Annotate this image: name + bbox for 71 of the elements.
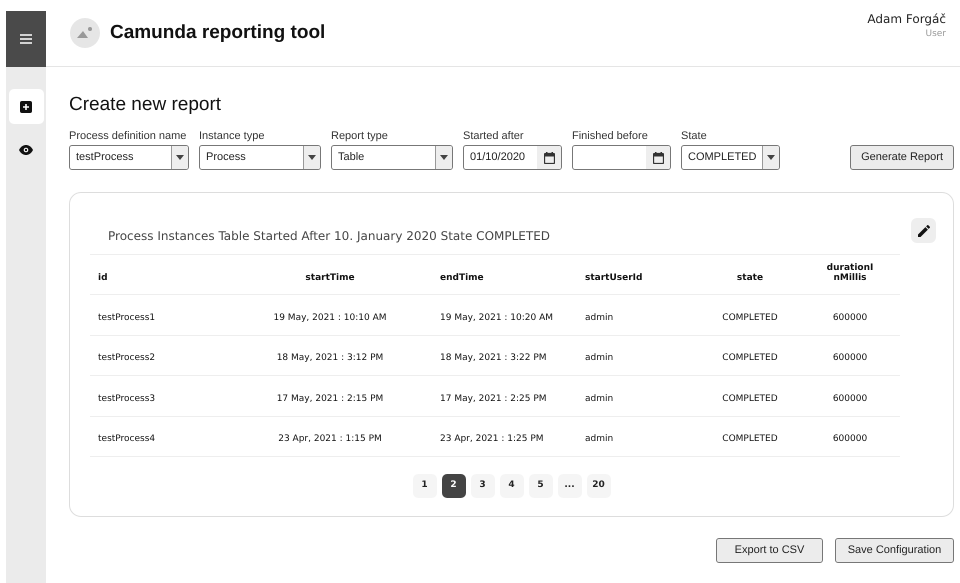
column-header: durationI nMillis xyxy=(826,262,874,282)
date-field[interactable] xyxy=(572,145,671,170)
table-cell: 600000 xyxy=(832,353,868,364)
calendar-icon xyxy=(544,152,554,164)
field-label: Started after xyxy=(463,129,525,143)
page-button[interactable]: 20 xyxy=(586,474,610,498)
column-header: endTime xyxy=(440,272,484,282)
select-field[interactable]: testProcess xyxy=(69,145,189,170)
generate-report-button[interactable]: Generate Report xyxy=(850,145,954,170)
page-button[interactable]: 2 xyxy=(442,474,466,498)
field-label: Instance type xyxy=(199,129,266,143)
table-cell: 18 May, 2021 : 3:12 PM xyxy=(276,353,384,364)
report-title: Process Instances Table Started After 10. January 2020 State COMPLETED xyxy=(108,228,550,245)
select-field[interactable]: COMPLETED xyxy=(681,145,780,170)
table-cell: 19 May, 2021 : 10:10 AM xyxy=(273,312,387,323)
page-button[interactable]: 5 xyxy=(528,474,552,498)
column-header: startUserId xyxy=(585,272,642,282)
field-label: Finished before xyxy=(572,129,649,143)
table-cell: 600000 xyxy=(832,394,868,404)
table-cell: 17 May, 2021 : 2:15 PM xyxy=(276,394,384,404)
select-field[interactable]: Process xyxy=(199,145,321,170)
menu-icon xyxy=(20,34,32,44)
pencil-icon xyxy=(918,224,930,236)
column-header: startTime xyxy=(305,272,355,282)
select-field[interactable]: Table xyxy=(331,145,453,170)
field-label: Process definition name xyxy=(69,129,188,143)
page-button[interactable]: ... xyxy=(558,474,582,498)
column-header: state xyxy=(736,272,764,282)
column-header: id xyxy=(98,272,108,282)
table-cell: COMPLETED xyxy=(722,434,778,444)
caret-icon xyxy=(176,155,184,160)
table-cell: admin xyxy=(585,434,614,444)
table-cell: 23 Apr, 2021 : 1:15 PM xyxy=(278,434,382,444)
table-cell: admin xyxy=(585,394,614,404)
table-cell: testProcess1 xyxy=(98,312,156,323)
table-cell: admin xyxy=(585,353,614,364)
page-button[interactable]: 1 xyxy=(412,474,436,498)
eye-icon xyxy=(19,144,34,154)
page-title: Create new report xyxy=(69,93,222,117)
save-button[interactable]: Save Configuration xyxy=(835,538,954,563)
caret-icon xyxy=(440,155,448,160)
table-cell: 600000 xyxy=(832,312,868,323)
table-cell: testProcess4 xyxy=(98,434,156,444)
table-cell: admin xyxy=(585,312,614,323)
menu-button[interactable] xyxy=(6,11,46,67)
date-field[interactable]: 01/10/2020 xyxy=(463,145,562,170)
app-title: Camunda reporting tool xyxy=(110,20,326,45)
export-button[interactable]: Export to CSV xyxy=(716,538,823,563)
user-role: User xyxy=(925,28,946,41)
table-cell: testProcess2 xyxy=(98,353,156,364)
table-cell: COMPLETED xyxy=(722,353,778,364)
table-cell: 17 May, 2021 : 2:25 PM xyxy=(440,394,547,404)
add-report-button[interactable] xyxy=(8,89,44,124)
table-cell: testProcess3 xyxy=(98,394,156,404)
caret-icon xyxy=(767,155,776,160)
field-label: Report type xyxy=(331,129,389,143)
user-name: Adam Forgáč xyxy=(867,11,946,28)
table-cell: 18 May, 2021 : 3:22 PM xyxy=(440,353,547,364)
plus-square-icon xyxy=(20,100,32,112)
table-cell: 19 May, 2021 : 10:20 AM xyxy=(440,312,554,323)
field-label: State xyxy=(681,129,708,143)
calendar-icon xyxy=(652,152,664,164)
table-cell: 600000 xyxy=(832,434,868,444)
table-cell: 23 Apr, 2021 : 1:25 PM xyxy=(440,434,544,444)
table-cell: COMPLETED xyxy=(722,394,778,404)
edit-button[interactable] xyxy=(911,218,936,243)
page-button[interactable]: 4 xyxy=(500,474,524,498)
table-cell: COMPLETED xyxy=(722,312,778,323)
caret-icon xyxy=(308,155,316,160)
image-placeholder-icon xyxy=(70,18,100,48)
page-button[interactable]: 3 xyxy=(470,474,494,498)
